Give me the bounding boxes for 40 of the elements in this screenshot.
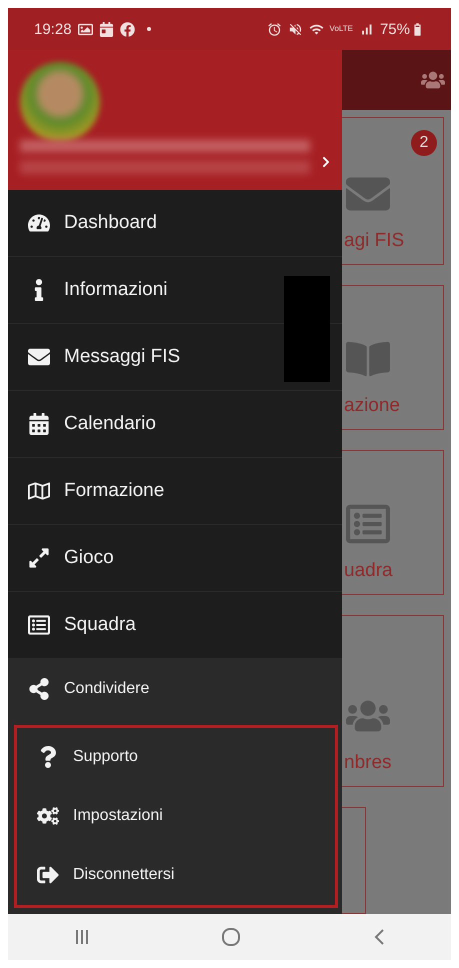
menu-item[interactable]: Informazioni [8,257,276,323]
envelope-icon [28,346,50,368]
count-badge: 2 [411,130,437,156]
gauge-icon [28,212,50,234]
dot-icon [146,27,151,31]
menu-item[interactable]: Disconnettersi [17,846,285,904]
home-icon[interactable] [221,927,242,947]
gears-icon [37,805,59,827]
card-label: nbres [343,752,393,774]
list-icon [28,614,50,636]
menu-item[interactable]: Condividere [8,659,276,718]
image-icon [78,22,93,36]
alarm-icon [266,22,282,36]
card-label: agi FIS [343,230,406,252]
calendar-icon [28,413,50,435]
back-icon[interactable] [373,928,386,946]
network-text: VoLTE [330,24,353,34]
menu-item[interactable]: Calendario [8,391,276,457]
facebook-icon [120,22,135,36]
menu-item[interactable]: Supporto [17,728,285,786]
clock-text: 19:28 [34,20,72,38]
share-icon [28,678,50,700]
menu-item[interactable]: Gioco [8,525,276,591]
menu-item[interactable]: Messaggi FIS [8,324,276,390]
menu-item[interactable]: Formazione [8,458,276,524]
battery-text: 75% [380,20,410,38]
menu-item[interactable]: Impostazioni [17,787,285,845]
diagonal-arrows-icon [28,547,50,569]
list-icon [346,502,390,546]
map-icon [28,480,50,502]
card-label: azione [343,395,401,417]
exit-icon [37,864,59,886]
chevron-right-icon[interactable] [320,156,332,168]
background-card[interactable]: 2 agi FIS [342,117,444,265]
calendar-icon [98,22,114,36]
card-label: uadra [343,560,394,582]
mute-icon [288,22,303,36]
menu-item[interactable]: Dashboard [8,190,276,256]
recent-apps-icon[interactable] [74,928,90,946]
menu-item[interactable]: Squadra [8,592,276,658]
